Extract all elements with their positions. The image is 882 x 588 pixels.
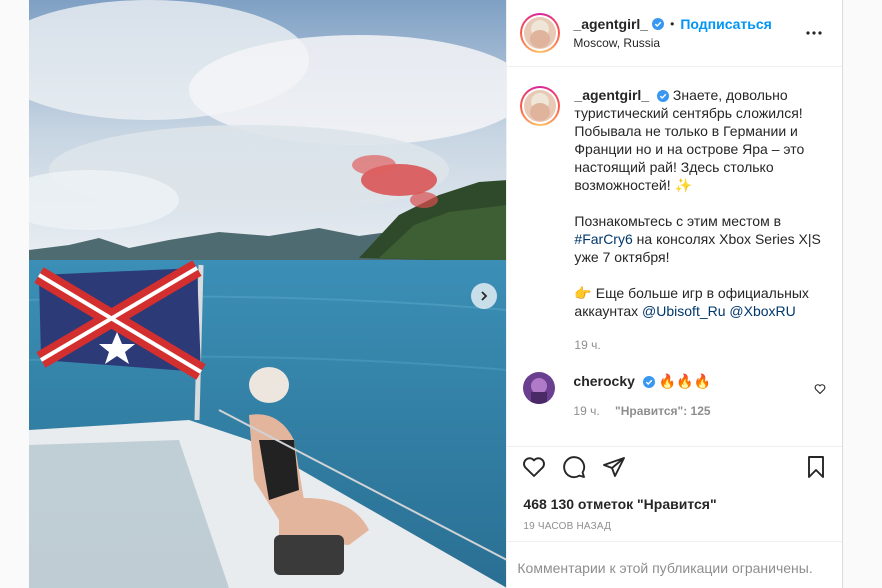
location-link[interactable]: Moscow, Russia [573,36,802,50]
post-container: _agentgirl_ • Подписаться Moscow, Russia [29,0,843,588]
caption-time: 19 ч. [574,338,601,352]
comments-area[interactable]: _agentgirl_ Знаете, довольно туристическ… [507,68,842,445]
post-photo[interactable] [29,0,507,588]
comment-button[interactable] [562,455,586,479]
verified-badge-icon [642,376,655,389]
caption-avatar[interactable] [520,86,561,126]
like-button[interactable] [522,455,546,479]
comment-icon [563,455,586,478]
avatar-image [524,90,557,122]
mention-link[interactable]: @Ubisoft_Ru [642,303,725,319]
caption: _agentgirl_ Знаете, довольно туристическ… [520,86,826,354]
comment-time: 19 ч. [573,404,600,418]
likes-count[interactable]: 468 130 отметок "Нравится" [523,496,716,512]
verified-badge-icon [652,18,665,30]
heart-icon [523,456,546,477]
like-comment-button[interactable] [814,382,826,400]
hashtag-link[interactable]: #FarCry6 [574,231,632,247]
post-header: _agentgirl_ • Подписаться Moscow, Russia [507,0,842,67]
comment-avatar[interactable] [523,372,556,404]
share-button[interactable] [602,455,626,479]
comments-limited-notice: Комментарии к этой публикации ограничены… [507,541,842,588]
action-bar [507,446,842,486]
comment-item: cherocky 🔥🔥🔥 19 ч. "Нравится": 125 [520,372,826,420]
send-icon [603,456,626,477]
chevron-right-icon [481,291,488,301]
page: _agentgirl_ • Подписаться Moscow, Russia [0,0,882,588]
post-sidebar: _agentgirl_ • Подписаться Moscow, Russia [506,0,842,588]
avatar-image [524,17,557,49]
next-slide-button[interactable] [471,283,497,309]
caption-text: Познакомьтесь с этим местом в [574,213,782,229]
save-button[interactable] [804,455,828,479]
verified-badge-icon [657,90,669,103]
mention-link[interactable]: @XboxRU [729,303,795,319]
post-timestamp: 19 часов назад [523,521,612,532]
heart-icon [814,384,826,395]
avatar[interactable] [520,13,561,53]
more-horizontal-icon [806,31,822,35]
comment-text: 🔥🔥🔥 [658,373,711,389]
post-author-username[interactable]: _agentgirl_ [573,16,648,32]
caption-username[interactable]: _agentgirl_ [574,87,649,103]
separator-dot: • [670,17,675,31]
photo-illustration [29,0,507,588]
comment-likes[interactable]: "Нравится": 125 [615,404,711,418]
comment-username[interactable]: cherocky [573,373,634,389]
more-options-button[interactable] [802,31,826,35]
bookmark-icon [808,455,824,478]
follow-button[interactable]: Подписаться [680,16,772,32]
avatar-image [523,372,556,404]
